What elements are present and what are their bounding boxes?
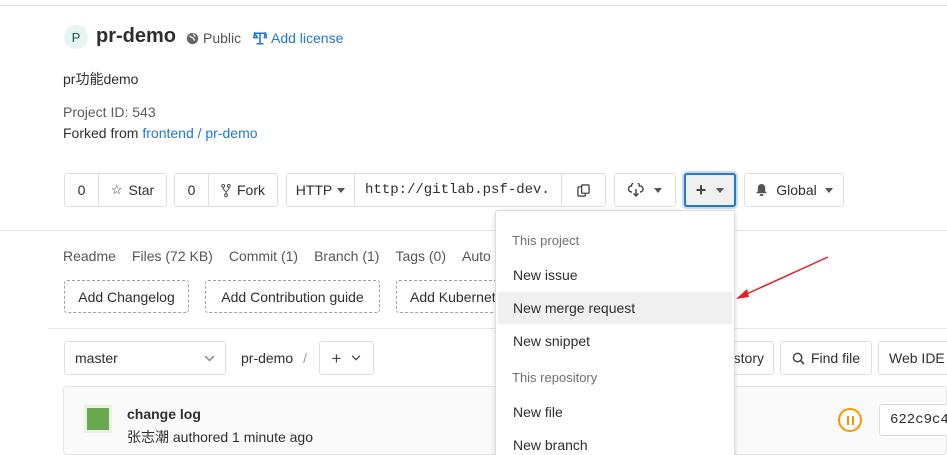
add-to-tree-dropdown[interactable]: +	[319, 341, 374, 375]
commit-avatar	[84, 405, 112, 433]
fork-icon	[221, 183, 231, 197]
commit-author-line: 张志潮 authored 1 minute ago	[127, 429, 313, 445]
star-count[interactable]: 0	[65, 174, 99, 206]
dropdown-header-repository: This repository	[512, 370, 598, 385]
chevron-down-icon	[204, 354, 215, 362]
copy-url-button[interactable]	[561, 174, 605, 206]
project-avatar: P	[64, 25, 88, 49]
visibility-label: Public	[203, 30, 242, 46]
web-ide-button[interactable]: Web IDE	[878, 341, 947, 375]
notification-dropdown[interactable]: Global	[744, 173, 844, 207]
branch-name: master	[75, 350, 118, 366]
add-changelog-button[interactable]: Add Changelog	[64, 280, 189, 313]
star-icon: ☆	[110, 182, 123, 197]
notification-label: Global	[776, 182, 817, 198]
commit-sha[interactable]: 622c9c4	[879, 404, 947, 436]
breadcrumb-root[interactable]: pr-demo	[241, 350, 293, 366]
search-icon	[792, 352, 805, 365]
pause-bar	[846, 415, 849, 425]
globe-icon	[186, 32, 199, 44]
clone-group: HTTP http://gitlab.psf-dev.	[286, 173, 606, 207]
pause-bar	[851, 415, 854, 425]
download-button[interactable]	[614, 173, 676, 207]
menu-item-new-snippet[interactable]: New snippet	[498, 325, 732, 357]
stat-readme[interactable]: Readme	[63, 248, 116, 264]
commit-title[interactable]: change log	[127, 406, 201, 422]
plus-icon: +	[695, 180, 707, 200]
chevron-down-icon	[716, 187, 725, 193]
find-file-button[interactable]: Find file	[780, 341, 872, 375]
visibility-badge: Public	[186, 30, 241, 46]
fork-button-group: 0 Fork	[174, 173, 278, 207]
new-item-dropdown-button[interactable]: +	[684, 173, 736, 207]
download-cloud-icon	[628, 183, 644, 197]
chevron-down-icon	[654, 187, 662, 193]
fork-count[interactable]: 0	[175, 174, 209, 206]
fork-label: Fork	[237, 182, 265, 198]
menu-item-new-branch[interactable]: New branch	[498, 429, 732, 455]
stat-commits[interactable]: Commit (1)	[229, 248, 298, 264]
project-id: Project ID: 543	[63, 104, 156, 120]
breadcrumb: pr-demo /	[241, 350, 307, 366]
forked-from-link[interactable]: frontend / pr-demo	[142, 125, 257, 141]
stat-branches[interactable]: Branch (1)	[314, 248, 379, 264]
menu-item-new-merge-request[interactable]: New merge request	[498, 292, 732, 324]
chevron-down-icon	[337, 187, 346, 193]
clone-url-input[interactable]: http://gitlab.psf-dev.	[355, 174, 561, 206]
star-button[interactable]: ☆ Star	[99, 182, 166, 198]
top-divider	[0, 5, 947, 6]
chevron-down-icon	[352, 355, 361, 361]
fork-button[interactable]: Fork	[209, 182, 277, 198]
add-license-link[interactable]: Add license	[253, 30, 343, 46]
project-description: pr功能demo	[63, 71, 139, 87]
star-button-group: 0 ☆ Star	[64, 173, 167, 207]
dropdown-header-project: This project	[512, 233, 580, 248]
scale-icon	[253, 31, 267, 45]
clipboard-icon	[577, 183, 590, 197]
project-title[interactable]: pr-demo	[96, 25, 176, 48]
protocol-dropdown[interactable]: HTTP	[287, 174, 355, 206]
protocol-label: HTTP	[295, 182, 333, 198]
stat-files[interactable]: Files (72 KB)	[132, 248, 213, 264]
bell-icon	[756, 183, 768, 197]
menu-item-new-file[interactable]: New file	[498, 396, 732, 428]
annotation-arrow	[736, 256, 829, 299]
breadcrumb-separator: /	[303, 350, 308, 366]
star-label: Star	[128, 182, 155, 198]
chevron-down-icon	[824, 187, 833, 193]
menu-item-new-issue[interactable]: New issue	[498, 259, 732, 291]
identicon	[89, 410, 107, 428]
add-license-label[interactable]: Add license	[271, 30, 343, 46]
section-divider	[0, 230, 947, 231]
project-stats: Readme Files (72 KB) Commit (1) Branch (…	[63, 248, 503, 264]
find-file-label: Find file	[810, 350, 861, 366]
branch-select[interactable]: master	[64, 341, 226, 375]
pipeline-status-icon[interactable]	[838, 408, 862, 432]
forked-from: Forked from frontend / pr-demo	[63, 125, 258, 141]
stat-tags[interactable]: Tags (0)	[395, 248, 446, 264]
new-item-dropdown-menu: This project New issue New merge request…	[495, 210, 735, 455]
stat-auto[interactable]: Auto	[462, 248, 491, 264]
web-ide-label: Web IDE	[889, 350, 945, 366]
forked-from-prefix: Forked from	[63, 125, 143, 141]
add-contribution-guide-button[interactable]: Add Contribution guide	[205, 280, 380, 313]
plus-icon: +	[331, 348, 342, 368]
